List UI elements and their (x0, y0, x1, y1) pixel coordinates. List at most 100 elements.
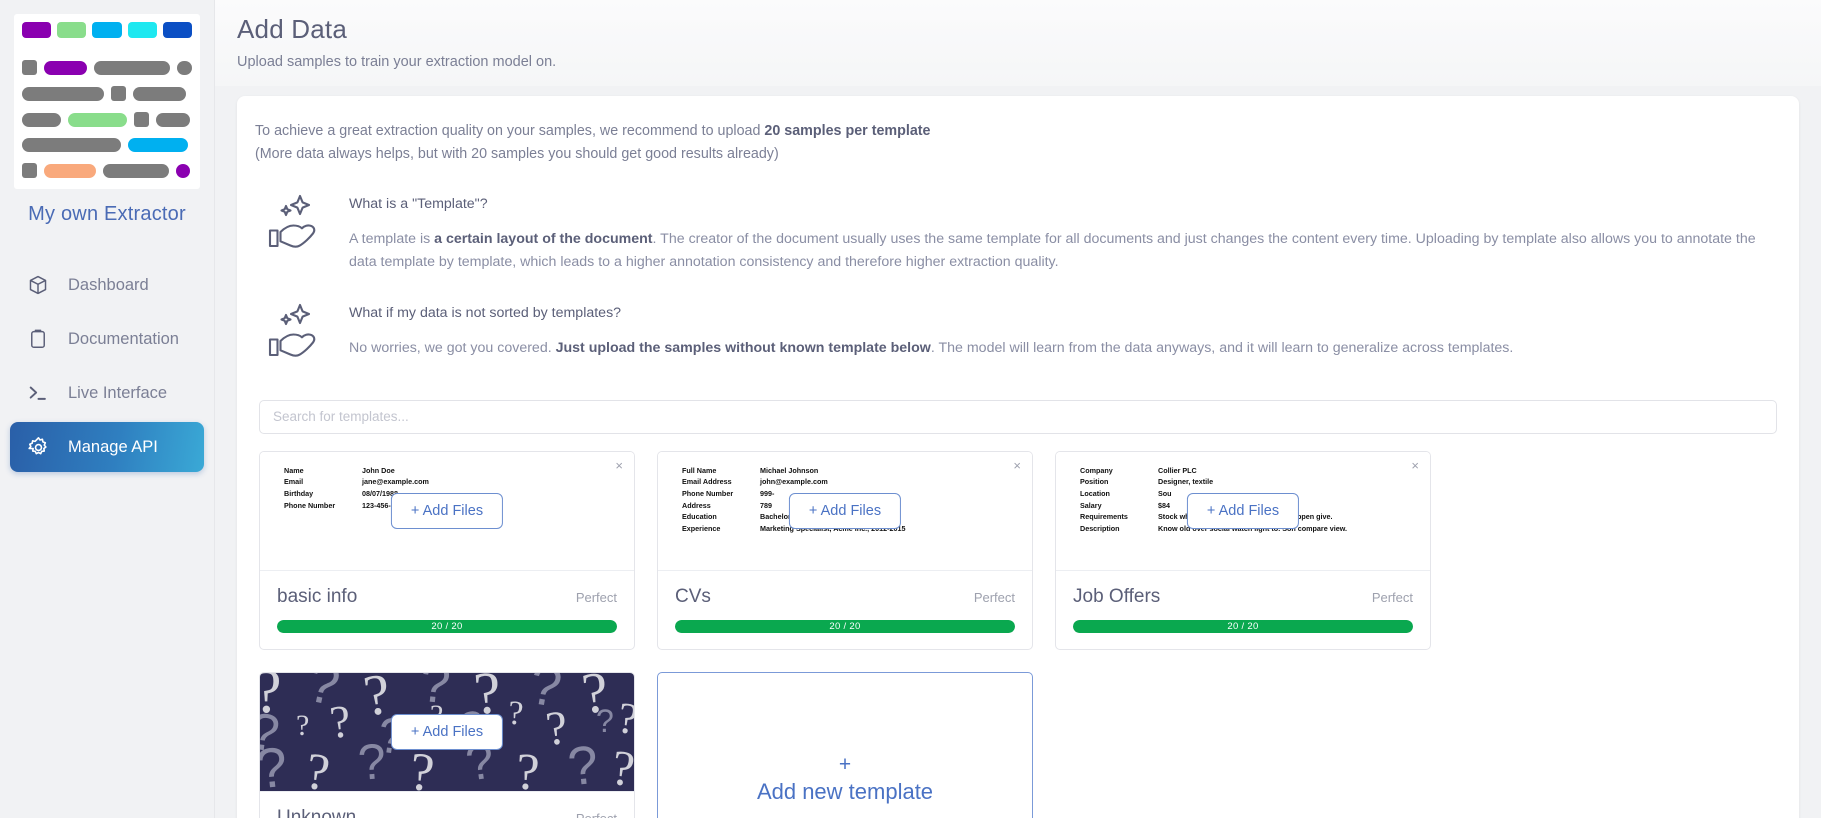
logo-bar (128, 138, 188, 152)
doc-field-key: Salary (1080, 500, 1102, 510)
logo-bar (44, 163, 96, 178)
doc-field-key: Full Name (682, 465, 717, 475)
add-files-button[interactable]: + Add Files (788, 492, 902, 529)
info-question: What is a "Template"? (349, 196, 488, 213)
sparkle-hand-icon (267, 303, 329, 366)
logo-bar (176, 163, 190, 178)
logo-bar (44, 60, 87, 75)
status-badge: Perfect (1371, 589, 1413, 605)
doc-field-key: Location (1080, 488, 1110, 498)
page-header: Add Data Upload samples to train your ex… (215, 0, 1821, 86)
doc-field-key: Phone Number (284, 500, 336, 510)
close-icon[interactable]: × (615, 459, 623, 472)
question-mark-icon: ? (564, 734, 602, 792)
logo-chip (134, 112, 149, 127)
question-mark-icon: ? (260, 734, 291, 792)
logo-tab-5 (162, 22, 193, 38)
logo-tab-1 (22, 22, 52, 38)
doc-field-key: Position (1080, 477, 1109, 487)
logo-line-5 (22, 163, 192, 178)
plus-icon: + (838, 752, 852, 776)
cube-icon (26, 273, 50, 297)
card-preview: Name John Doe Email jane@example.com Birth… (260, 451, 634, 571)
sidebar-item-manage-api[interactable]: Manage API (10, 422, 204, 472)
template-card-job-offers[interactable]: Company Collier PLC Position Designer, tex… (1055, 450, 1431, 650)
template-name: CVs (675, 585, 711, 607)
info-body: What if my data is not sorted by templat… (349, 303, 1781, 366)
app-root: My own Extractor Dashboard Documentation (0, 0, 1821, 818)
logo-bar (176, 60, 192, 75)
sidebar-item-documentation[interactable]: Documentation (10, 314, 204, 364)
doc-field-value: 999- (760, 488, 775, 498)
doc-field-key: Address (682, 500, 711, 510)
card-footer: CVs Perfect 20 / 20 (658, 571, 1032, 649)
doc-field-key: Name (284, 465, 304, 475)
card-footer-top: CVs Perfect (675, 586, 1015, 608)
doc-field-key: Phone Number (682, 488, 734, 498)
logo-tab-2 (57, 22, 87, 38)
progress-fill: 20 / 20 (675, 619, 1015, 633)
close-icon[interactable]: × (1013, 459, 1021, 472)
question-mark-icon: ? (614, 692, 634, 744)
doc-field: Position Designer, textile (1080, 476, 1430, 488)
brand-name: My own Extractor (28, 203, 186, 225)
question-mark-icon: ? (506, 694, 525, 733)
logo-bar (133, 86, 186, 101)
card-footer: Unknown Perfect 20 / 20 (260, 792, 634, 818)
logo-tab-4 (127, 22, 157, 38)
status-badge: Perfect (576, 811, 617, 818)
template-name: basic info (277, 585, 358, 607)
doc-field: Company Collier PLC (1080, 465, 1430, 477)
doc-field-value: John Doe (362, 465, 395, 475)
question-mark-icon: ? (514, 742, 542, 792)
progress-bar: 20 / 20 (1073, 619, 1413, 633)
logo-chip (22, 60, 37, 75)
info-answer-bold: a certain layout of the document (434, 231, 653, 248)
doc-field-key: Company (1080, 465, 1113, 475)
logo-line-1 (22, 60, 192, 75)
logo-tab-3 (92, 22, 122, 38)
add-files-button[interactable]: + Add Files (390, 713, 504, 750)
template-name: Job Offers (1073, 585, 1161, 607)
template-card-unknown[interactable]: ????????????????????????? + Add Files Un… (259, 671, 635, 818)
doc-field: Name John Doe (284, 465, 634, 477)
sparkle-hand-icon (267, 194, 329, 274)
sidebar-item-live-interface[interactable]: Live Interface (10, 368, 204, 418)
recommendation-bold: 20 samples per template (764, 123, 931, 139)
logo-bar (156, 112, 190, 127)
info-block-template: What is a "Template"? A template is a ce… (255, 194, 1781, 274)
logo-chip (111, 86, 126, 101)
sidebar-item-label: Documentation (68, 329, 179, 348)
doc-field-key: Education (682, 512, 717, 522)
logo-chip (22, 163, 37, 178)
add-new-template-button[interactable]: + Add new template (657, 671, 1033, 818)
card-footer-top: Unknown Perfect (277, 807, 617, 818)
card-footer-top: Job Offers Perfect (1073, 586, 1413, 608)
sidebar-item-label: Manage API (68, 437, 158, 456)
progress-fill: 20 / 20 (277, 619, 617, 633)
logo-bar (93, 60, 170, 75)
sidebar-item-dashboard[interactable]: Dashboard (10, 260, 204, 310)
add-files-button[interactable]: + Add Files (390, 492, 504, 529)
doc-field-value: Michael Johnson (760, 465, 819, 475)
doc-field: Email jane@example.com (284, 476, 634, 488)
add-new-template-label: Add new template (756, 778, 934, 804)
add-files-button[interactable]: + Add Files (1186, 492, 1300, 529)
progress-label: 20 / 20 (1227, 620, 1259, 632)
doc-field-key: Requirements (1080, 512, 1128, 522)
doc-field-key: Experience (682, 523, 721, 533)
status-badge: Perfect (973, 589, 1015, 605)
question-mark-icon: ? (302, 742, 333, 792)
template-card-basic-info[interactable]: Name John Doe Email jane@example.com Birth… (259, 450, 635, 650)
close-icon[interactable]: × (1411, 459, 1419, 472)
search-input[interactable] (259, 399, 1777, 434)
template-card-cvs[interactable]: Full Name Michael Johnson Email Address jo… (657, 450, 1033, 650)
clipboard-icon (26, 327, 50, 351)
card-preview: ????????????????????????? + Add Files (260, 672, 634, 792)
logo-bar (22, 112, 61, 127)
card-footer-top: basic info Perfect (277, 586, 617, 608)
logo-placeholder-lines (14, 38, 200, 178)
card-preview: Full Name Michael Johnson Email Address jo… (658, 451, 1032, 571)
recommendation-text: To achieve a great extraction quality on… (255, 123, 765, 139)
question-mark-icon: ? (608, 738, 634, 792)
